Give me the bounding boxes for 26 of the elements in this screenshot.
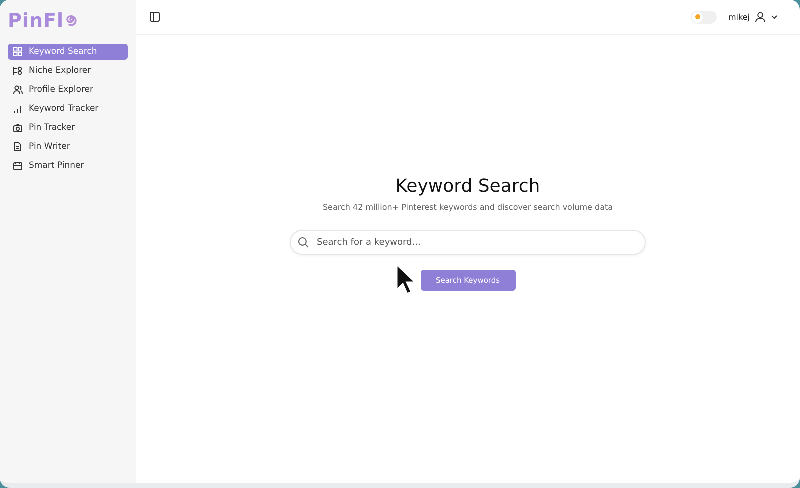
sidebar-item[interactable]: Profile Explorer xyxy=(8,82,128,98)
search-field[interactable]: Search for a keyword... xyxy=(290,230,646,255)
calendar-icon xyxy=(13,161,23,171)
page-title: Keyword Search xyxy=(396,176,540,197)
grid-icon xyxy=(13,47,23,57)
sidebar-item[interactable]: Pin Tracker xyxy=(8,120,128,136)
sidebar-item[interactable]: Keyword Tracker xyxy=(8,101,128,117)
spiral-icon xyxy=(64,14,79,28)
bar-chart-icon xyxy=(13,104,23,114)
hierarchy-icon xyxy=(13,66,23,76)
users-icon xyxy=(13,85,23,95)
sidebar-toggle-icon[interactable] xyxy=(150,12,160,22)
user-icon[interactable] xyxy=(755,12,766,22)
sidebar-item[interactable]: Smart Pinner xyxy=(8,158,128,174)
search-icon xyxy=(298,237,309,248)
page-subtitle: Search 42 million+ Pinterest keywords and discover search volume data xyxy=(322,203,614,212)
sun-icon xyxy=(694,14,701,20)
camera-icon xyxy=(13,123,23,133)
username[interactable]: mikej xyxy=(728,12,750,22)
mouse-cursor-icon xyxy=(394,264,416,296)
sidebar-item[interactable]: Pin Writer xyxy=(8,139,128,155)
sidebar-item[interactable]: Niche Explorer xyxy=(8,63,128,79)
chevron-down-icon[interactable] xyxy=(771,14,778,20)
logo-text: PinFl xyxy=(8,10,64,32)
document-icon xyxy=(13,142,23,152)
theme-toggle[interactable] xyxy=(691,10,718,24)
